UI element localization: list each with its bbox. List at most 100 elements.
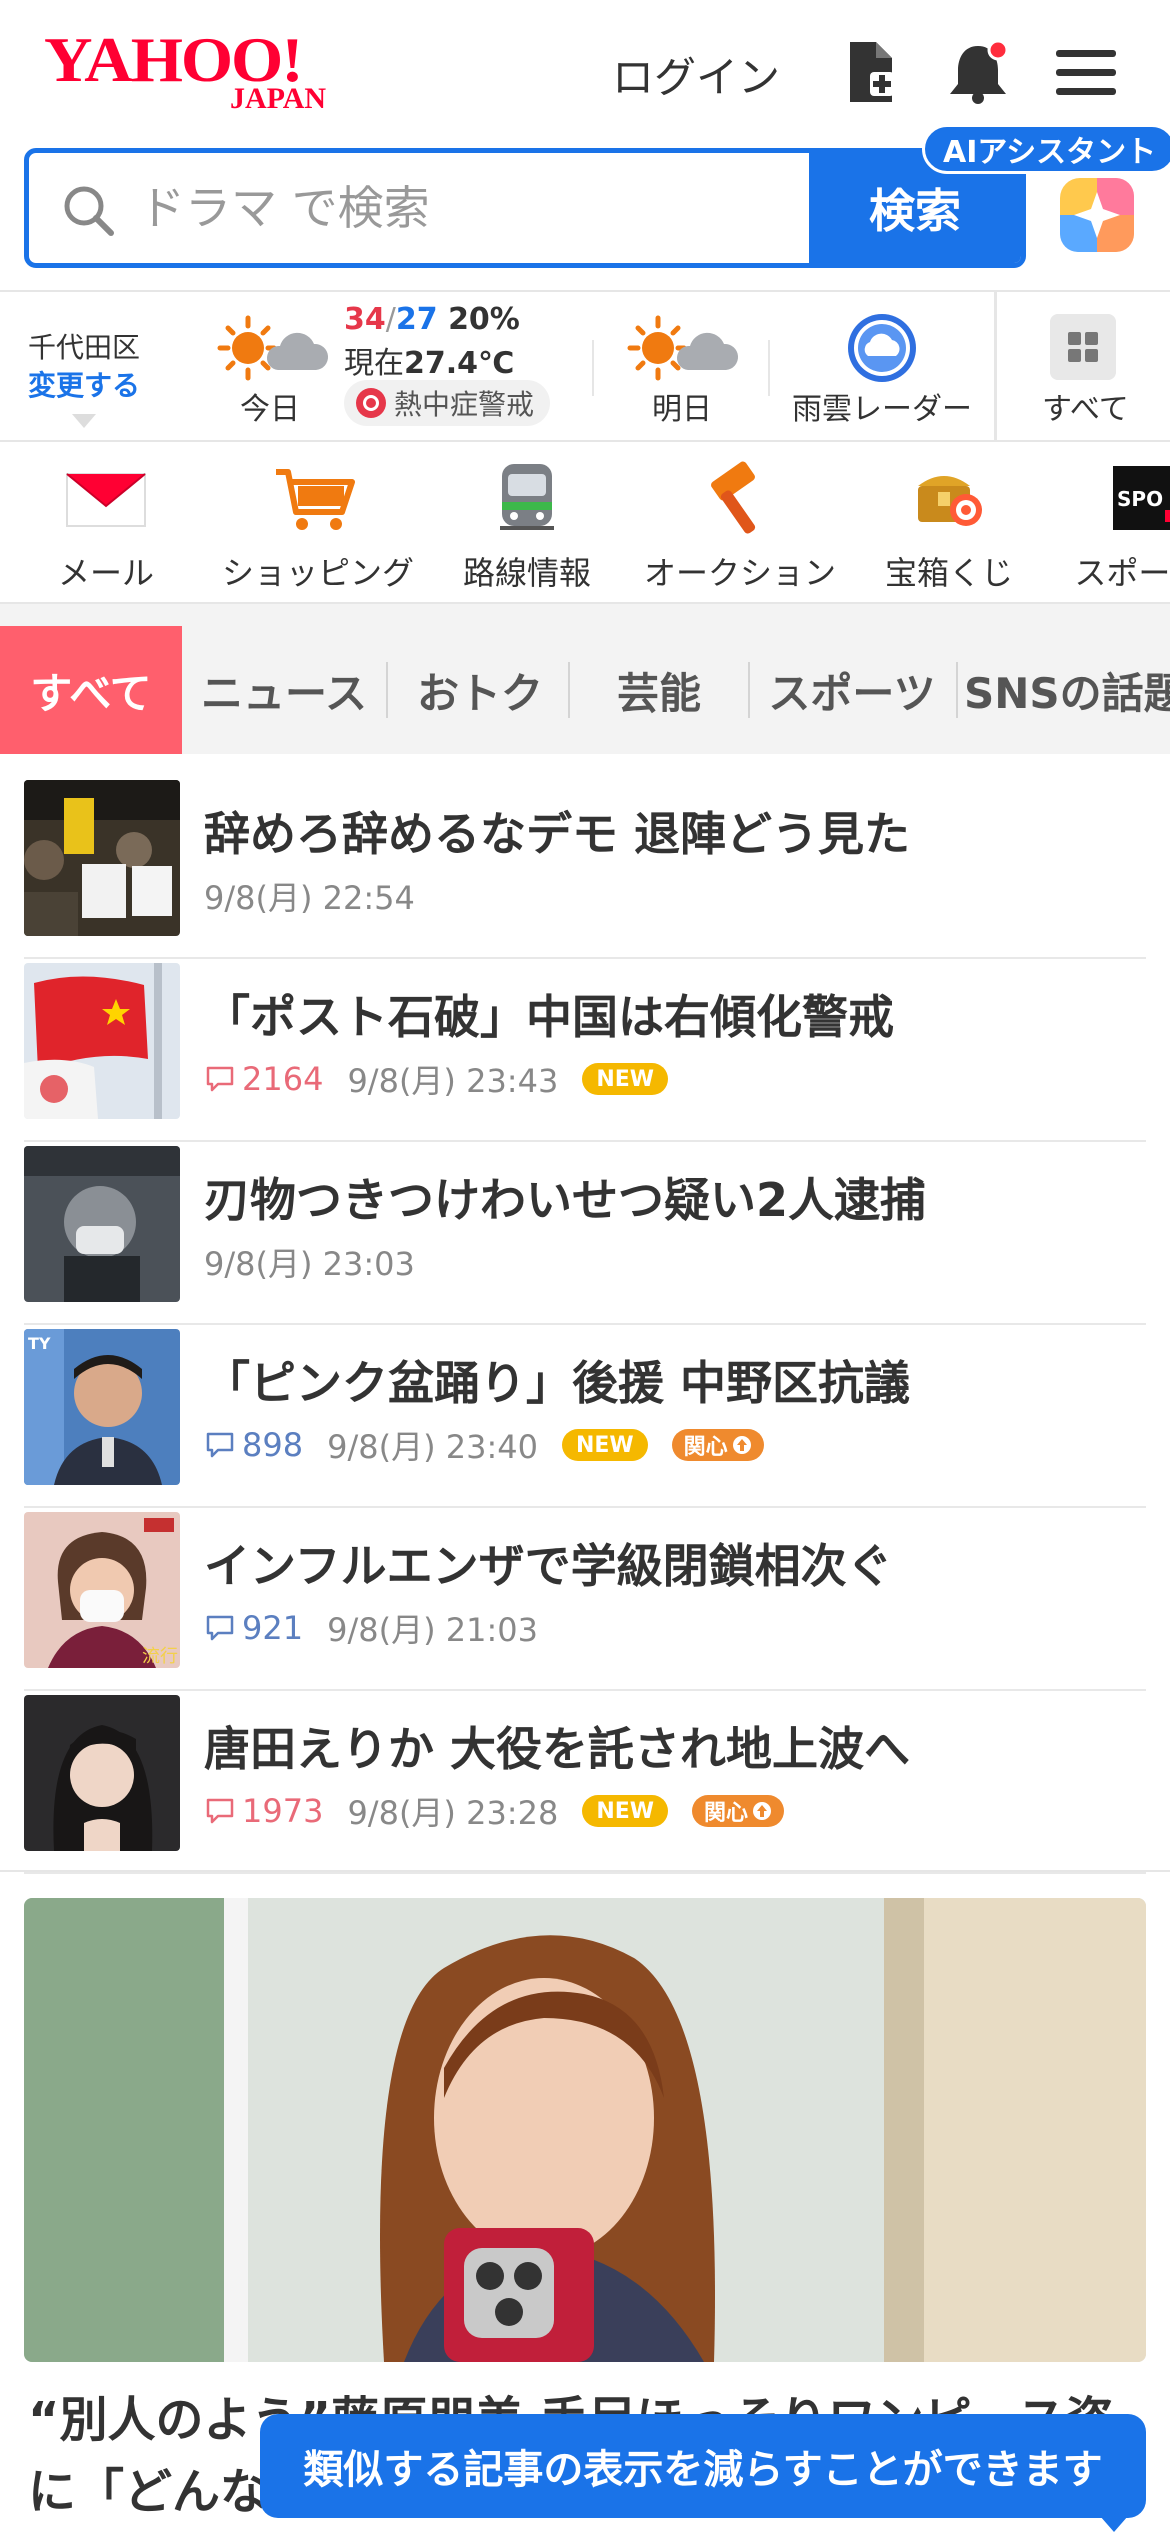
search-input[interactable]	[139, 153, 819, 263]
logo-sub-text: JAPAN	[230, 82, 327, 115]
news-item[interactable]: TY 「ピンク盆踊り」後援 中野区抗議 898 9/8(月) 23:40 NEW…	[24, 1325, 1146, 1508]
news-title: インフルエンザで学級閉鎖相次ぐ	[204, 1539, 893, 1593]
service-lottery[interactable]: 宝箱くじ	[884, 460, 1014, 592]
comment-count-value: 2164	[242, 1060, 324, 1098]
interest-badge: 関心	[671, 1429, 764, 1461]
precip-chance: 20%	[448, 302, 520, 337]
search-bar: 検索	[24, 148, 1026, 268]
news-thumbnail	[24, 963, 180, 1119]
news-title: 刃物つきつけわいせつ疑い2人逮捕	[204, 1173, 927, 1227]
news-meta: 1973 9/8(月) 23:28 NEW 関心	[204, 1791, 785, 1832]
tab-entertainment[interactable]: 芸能	[570, 626, 748, 754]
news-time: 9/8(月) 23:03	[204, 1245, 415, 1283]
trending-up-icon	[753, 1802, 772, 1820]
comment-icon	[206, 1066, 234, 1092]
svg-text:SPO: SPO	[1117, 487, 1163, 511]
tab-sns[interactable]: SNSの話題	[964, 626, 1170, 754]
temp-high: 34	[344, 302, 386, 337]
service-label: 路線情報	[462, 554, 591, 592]
news-item[interactable]: 唐田えりか 大役を託され地上波へ 1973 9/8(月) 23:28 NEW 関…	[24, 1691, 1146, 1874]
news-title: 唐田えりか 大役を託され地上波へ	[204, 1722, 911, 1776]
svg-text:TY: TY	[28, 1334, 51, 1353]
weather-all-label: すべて	[1042, 392, 1129, 427]
service-label: ショッピング	[222, 554, 415, 592]
sun-cloud-icon[interactable]	[626, 314, 742, 384]
service-shopping[interactable]: ショッピング	[222, 460, 414, 592]
treasure-box-icon	[918, 476, 982, 526]
similar-articles-tooltip[interactable]: 類似する記事の表示を減らすことができます	[260, 2414, 1146, 2532]
news-item[interactable]: 流行 インフルエンザで学級閉鎖相次ぐ 921 9/8(月) 21:03	[24, 1508, 1146, 1691]
news-meta: 898 9/8(月) 23:40 NEW 関心	[204, 1425, 764, 1466]
services-row: メール ショッピング 路線情報 オークション 宝箱くじ SPO スポー	[0, 442, 1170, 604]
rain-radar-icon[interactable]	[844, 310, 920, 386]
news-time: 9/8(月) 21:03	[327, 1611, 538, 1649]
weather-temps: 34/27 20%	[344, 302, 520, 337]
divider	[768, 340, 770, 396]
news-time: 9/8(月) 22:54	[204, 879, 415, 917]
news-title: 「ピンク盆踊り」後援 中野区抗議	[204, 1356, 911, 1410]
comment-count[interactable]: 1973	[204, 1792, 323, 1830]
heatstroke-alert[interactable]: 熱中症警戒	[344, 380, 551, 426]
comment-icon	[206, 1432, 234, 1458]
comment-count[interactable]: 2164	[204, 1060, 323, 1098]
service-auction[interactable]: オークション	[644, 460, 836, 592]
service-mail[interactable]: メール	[46, 460, 166, 592]
news-time: 9/8(月) 23:40	[327, 1428, 538, 1466]
section-divider	[0, 1870, 1170, 1872]
bell-icon[interactable]	[942, 36, 1014, 108]
hamburger-menu-icon[interactable]	[1050, 36, 1122, 108]
category-tabs: すべて ニュース おトク 芸能 スポーツ SNSの話題	[0, 626, 1170, 754]
feature-article-image[interactable]	[24, 1898, 1146, 2362]
news-thumbnail	[24, 780, 180, 936]
tooltip-text: 類似する記事の表示を減らすことができます	[303, 2447, 1103, 2493]
news-thumbnail: TY	[24, 1329, 180, 1485]
news-item[interactable]: 刃物つきつけわいせつ疑い2人逮捕 9/8(月) 23:03	[24, 1142, 1146, 1325]
weather-row: 千代田区 変更する 今日 34/27 20% 現在27.4℃ 熱中症警戒 明日 …	[0, 290, 1170, 442]
service-label: メール	[57, 554, 154, 592]
yahoo-japan-logo[interactable]: YAHOO! JAPAN	[44, 28, 364, 118]
current-temp-value: 27.4℃	[404, 346, 515, 381]
cart-icon	[276, 469, 355, 530]
divider	[592, 340, 594, 396]
weather-today-label: 今日	[240, 392, 300, 427]
service-sports[interactable]: SPO スポーツ	[1068, 460, 1170, 592]
tab-sports[interactable]: スポーツ	[752, 626, 952, 754]
tab-divider	[748, 662, 750, 718]
news-thumbnail	[24, 1146, 180, 1302]
interest-badge-text: 関心	[683, 1435, 728, 1460]
news-meta: 921 9/8(月) 21:03	[204, 1608, 538, 1649]
weather-tomorrow-label: 明日	[652, 392, 712, 427]
news-item[interactable]: 「ポスト石破」中国は右傾化警戒 2164 9/8(月) 23:43 NEW	[24, 959, 1146, 1142]
change-location-link[interactable]: 変更する	[28, 364, 140, 404]
temp-low: 27	[395, 302, 438, 337]
news-title: 「ポスト石破」中国は右傾化警戒	[204, 990, 894, 1044]
news-title: 辞めろ辞めるなデモ 退陣どう見た	[204, 807, 911, 861]
mail-icon	[66, 473, 146, 527]
comment-count-value: 1973	[242, 1792, 324, 1830]
sun-cloud-icon[interactable]	[216, 314, 332, 384]
tab-all[interactable]: すべて	[0, 626, 182, 754]
tab-news[interactable]: ニュース	[190, 626, 378, 754]
login-link[interactable]: ログイン	[612, 44, 780, 105]
comment-count-value: 921	[242, 1609, 304, 1647]
news-meta: 9/8(月) 22:54	[204, 876, 415, 917]
news-thumbnail: 流行	[24, 1512, 180, 1668]
grid-icon[interactable]	[1050, 314, 1116, 380]
temp-separator: /	[385, 302, 396, 337]
ai-assistant-icon[interactable]	[1058, 176, 1136, 254]
tab-deals[interactable]: おトク	[392, 626, 568, 754]
tab-divider	[956, 662, 958, 718]
auction-hammer-icon	[711, 461, 756, 534]
add-document-icon[interactable]	[836, 36, 908, 108]
heat-alert-text: 熱中症警戒	[394, 388, 535, 421]
ai-assistant-badge[interactable]: AIアシスタント	[922, 124, 1170, 174]
service-transit[interactable]: 路線情報	[462, 460, 592, 592]
service-label: オークション	[644, 554, 837, 592]
comment-count[interactable]: 898	[204, 1426, 303, 1464]
comment-count[interactable]: 921	[204, 1609, 303, 1647]
tooltip-tail	[1100, 2516, 1128, 2532]
interest-badge-text: 関心	[704, 1801, 749, 1826]
trending-up-icon	[732, 1436, 751, 1454]
news-meta: 9/8(月) 23:03	[204, 1242, 415, 1283]
news-item[interactable]: 辞めろ辞めるなデモ 退陣どう見た 9/8(月) 22:54	[24, 776, 1146, 959]
